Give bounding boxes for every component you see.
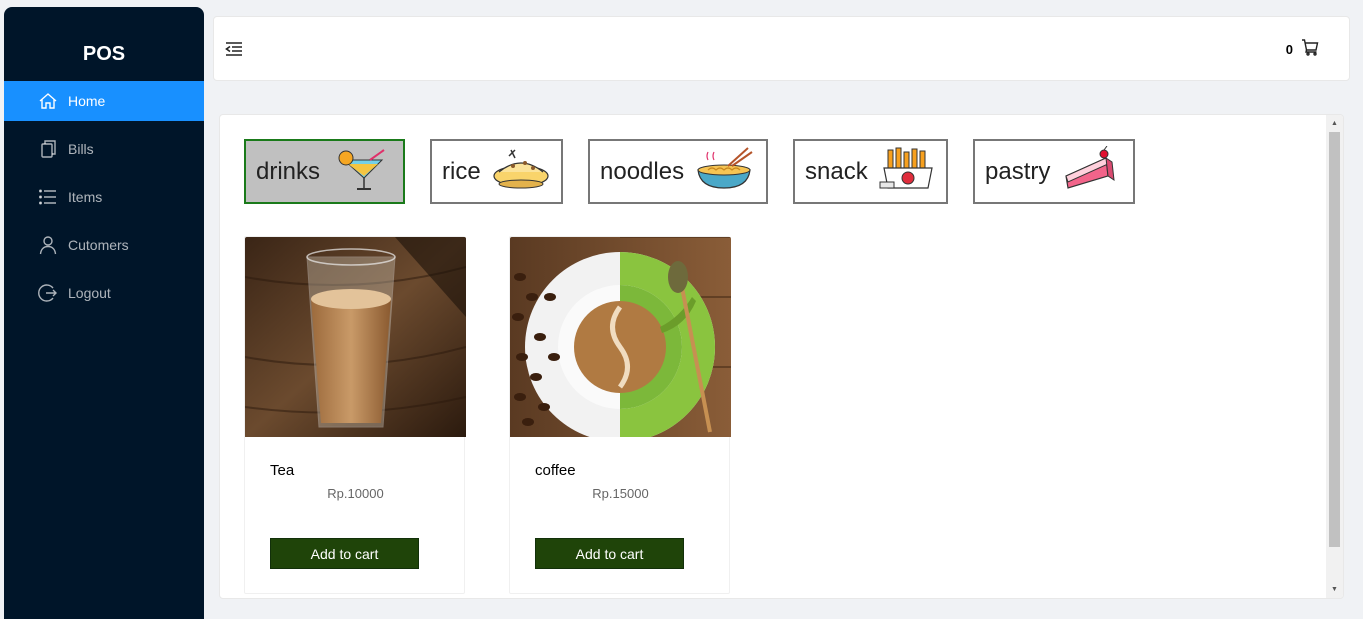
top-header: 0 — [213, 16, 1350, 81]
menu-fold-icon[interactable] — [225, 41, 243, 57]
sidebar-item-label: Bills — [68, 141, 94, 157]
category-label: pastry — [985, 157, 1051, 185]
sidebar-item-label: Cutomers — [68, 237, 129, 253]
sidebar-item-items[interactable]: Items — [4, 177, 204, 217]
sidebar-item-label: Home — [68, 93, 106, 109]
copy-icon — [38, 139, 58, 159]
fries-box-icon — [878, 146, 938, 197]
scroll-up-arrow-icon[interactable]: ▲ — [1326, 115, 1343, 132]
category-drinks[interactable]: drinks — [244, 139, 405, 204]
product-price: Rp.10000 — [327, 486, 384, 501]
sidebar-item-label: Logout — [68, 285, 111, 301]
logout-icon — [38, 283, 58, 303]
rice-dish-icon — [491, 146, 551, 197]
category-rice[interactable]: rice — [430, 139, 563, 204]
product-name: coffee — [535, 462, 576, 479]
sidebar: POS Home Bills Items Cutomers Logout — [4, 7, 204, 619]
tea-glass-photo — [245, 237, 466, 437]
category-pastry[interactable]: pastry — [973, 139, 1135, 204]
category-label: drinks — [256, 157, 321, 185]
sidebar-item-logout[interactable]: Logout — [4, 273, 204, 313]
product-price: Rp.15000 — [592, 486, 649, 501]
add-to-cart-button[interactable]: Add to cart — [270, 538, 419, 569]
list-icon — [38, 187, 58, 207]
scrollbar-thumb[interactable] — [1329, 132, 1340, 547]
home-icon — [38, 91, 58, 111]
coffee-cup-photo — [510, 237, 731, 437]
sidebar-item-bills[interactable]: Bills — [4, 129, 204, 169]
sidebar-item-home[interactable]: Home — [4, 81, 204, 121]
product-card: coffee Rp.15000 Add to cart — [509, 236, 731, 594]
sidebar-item-label: Items — [68, 189, 103, 205]
category-label: snack — [805, 157, 868, 185]
cake-slice-icon — [1060, 145, 1120, 197]
category-snack[interactable]: snack — [793, 139, 948, 204]
cart-button[interactable]: 0 — [1286, 38, 1319, 61]
category-label: rice — [442, 157, 481, 185]
app-logo: POS — [82, 42, 126, 65]
add-to-cart-button[interactable]: Add to cart — [535, 538, 684, 569]
scroll-down-arrow-icon[interactable]: ▼ — [1326, 581, 1343, 598]
shopping-cart-icon — [1301, 38, 1319, 61]
product-card: Tea Rp.10000 Add to cart — [244, 236, 466, 594]
cart-count: 0 — [1285, 42, 1293, 57]
category-noodles[interactable]: noodles — [588, 139, 768, 204]
user-icon — [38, 235, 58, 255]
cocktail-icon — [330, 146, 390, 197]
product-name: Tea — [270, 462, 295, 479]
category-label: noodles — [600, 157, 685, 185]
vertical-scrollbar[interactable]: ▲ ▼ — [1326, 115, 1343, 598]
sidebar-item-customers[interactable]: Cutomers — [4, 225, 204, 265]
main-content: drinks rice noodles snack pastry Tea Rp.… — [219, 114, 1344, 599]
noodle-bowl-icon — [694, 146, 754, 197]
